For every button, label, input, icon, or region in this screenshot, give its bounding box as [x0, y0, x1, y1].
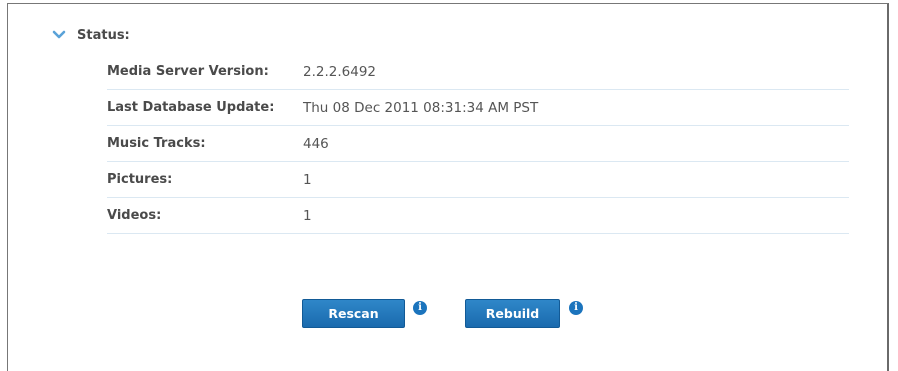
action-buttons: Rescan i Rebuild i — [302, 299, 583, 328]
row-value: 446 — [303, 135, 329, 152]
status-row-last-database-update: Last Database Update: Thu 08 Dec 2011 08… — [107, 90, 849, 126]
row-value: 2.2.2.6492 — [303, 63, 376, 80]
row-value: 1 — [303, 207, 312, 224]
status-row-media-server-version: Media Server Version: 2.2.2.6492 — [107, 54, 849, 90]
section-title: Status: — [77, 27, 130, 43]
status-section-header[interactable]: Status: — [52, 25, 130, 45]
chevron-down-icon[interactable] — [52, 28, 66, 42]
row-label: Pictures: — [107, 172, 173, 187]
status-list: Media Server Version: 2.2.2.6492 Last Da… — [107, 54, 849, 234]
row-label: Videos: — [107, 208, 162, 223]
status-panel: Status: Media Server Version: 2.2.2.6492… — [7, 3, 889, 371]
rebuild-button[interactable]: Rebuild — [465, 299, 560, 328]
status-row-pictures: Pictures: 1 — [107, 162, 849, 198]
row-value: Thu 08 Dec 2011 08:31:34 AM PST — [303, 99, 539, 116]
row-label: Media Server Version: — [107, 64, 269, 79]
row-label: Music Tracks: — [107, 136, 206, 151]
row-label: Last Database Update: — [107, 100, 275, 115]
info-icon[interactable]: i — [569, 300, 583, 315]
status-row-music-tracks: Music Tracks: 446 — [107, 126, 849, 162]
status-row-videos: Videos: 1 — [107, 198, 849, 234]
info-icon[interactable]: i — [413, 300, 427, 315]
rescan-button[interactable]: Rescan — [302, 299, 405, 328]
row-value: 1 — [303, 171, 312, 188]
